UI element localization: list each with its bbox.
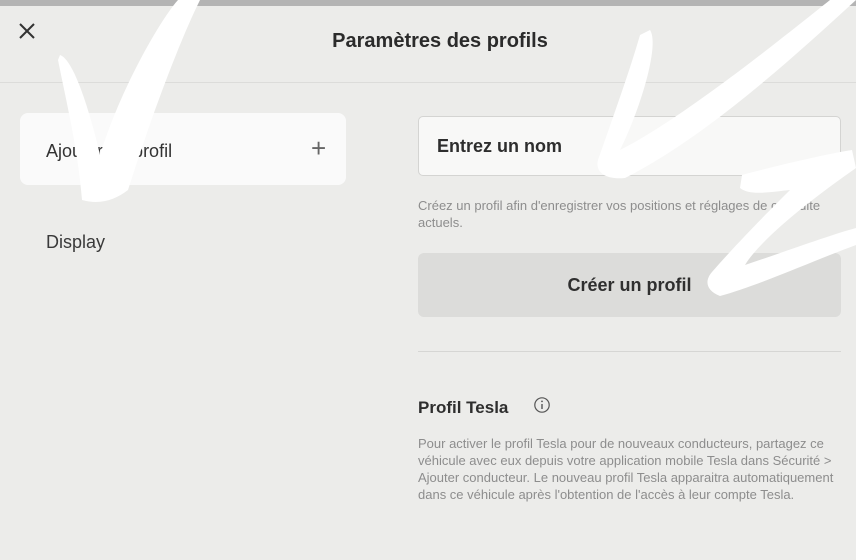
create-profile-button[interactable]: Créer un profil xyxy=(418,253,841,317)
top-edge-bar xyxy=(0,0,856,6)
sidebar-item-add-profile[interactable]: Ajouter un profil + xyxy=(20,113,346,185)
name-input[interactable] xyxy=(418,116,841,176)
plus-icon: + xyxy=(311,133,327,163)
section-divider xyxy=(418,351,841,352)
sidebar-item-display[interactable]: Display xyxy=(46,232,105,253)
tesla-profile-description: Pour activer le profil Tesla pour de nou… xyxy=(418,436,834,502)
tesla-profile-title: Profil Tesla xyxy=(418,398,509,417)
header-divider xyxy=(0,82,856,83)
info-icon[interactable] xyxy=(533,396,551,414)
help-text: Créez un profil afin d'enregistrer vos p… xyxy=(418,198,821,230)
sidebar-item-label: Ajouter un profil xyxy=(46,141,173,161)
page-title: Paramètres des profils xyxy=(332,30,548,52)
profile-settings-screen: Paramètres des profils Ajouter un profil… xyxy=(0,0,856,560)
